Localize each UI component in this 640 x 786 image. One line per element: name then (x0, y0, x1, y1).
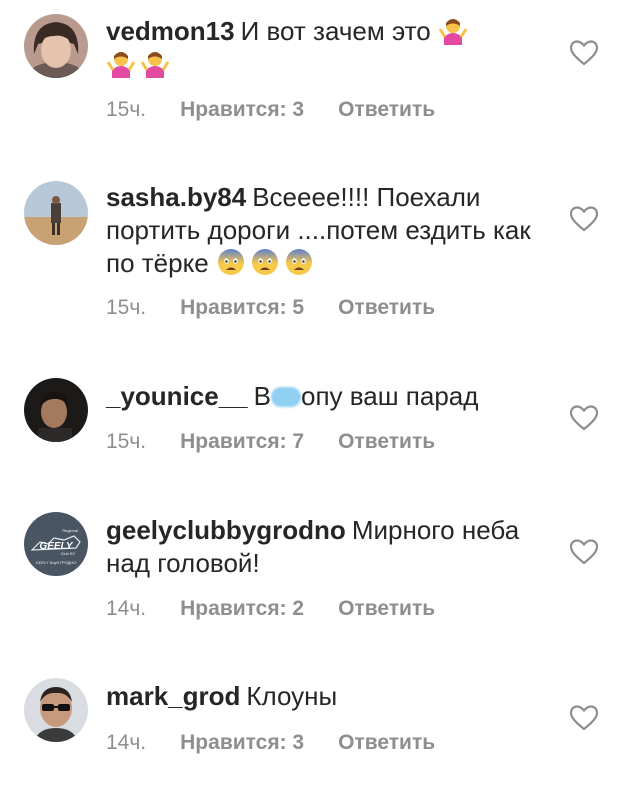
comment-time: 14ч. (106, 731, 147, 754)
fearful-face-emoji (250, 247, 280, 277)
comment-meta: 15ч. Нравится: 7 Ответить (106, 430, 435, 454)
person-shrugging-emoji (140, 48, 170, 78)
avatar[interactable] (24, 378, 88, 442)
fearful-face-emoji (284, 247, 314, 277)
comment-likes[interactable]: Нравится: 3 (180, 98, 304, 122)
comment-username[interactable]: sasha.by84 (106, 182, 246, 212)
comment-time: 15ч. (106, 430, 147, 453)
reply-button[interactable]: Ответить (338, 597, 435, 621)
avatar[interactable]: Regional GEELY Club BY GEELY Клуб ГРОДНО (24, 512, 88, 576)
comment-text: mark_grod Клоуны (106, 680, 546, 713)
comment-body: Клоуны (246, 681, 338, 711)
reply-button[interactable]: Ответить (338, 296, 435, 320)
fearful-face-emoji (216, 247, 246, 277)
comment-time: 15ч. (106, 296, 147, 319)
comment-username[interactable]: vedmon13 (106, 16, 235, 46)
logo-text-grodno: GEELY Клуб ГРОДНО (36, 560, 77, 565)
logo-text-club: Club BY (61, 551, 76, 556)
logo-text-regional: Regional (62, 528, 78, 533)
comment-meta: 14ч. Нравится: 2 Ответить (106, 597, 435, 621)
avatar[interactable] (24, 181, 88, 245)
comment-body: И вот зачем это (240, 16, 431, 46)
avatar[interactable] (24, 678, 88, 742)
comment-likes[interactable]: Нравится: 2 (180, 597, 304, 621)
comment-meta: 15ч. Нравится: 5 Ответить (106, 296, 435, 320)
person-shrugging-emoji (438, 15, 468, 45)
comment-likes[interactable]: Нравится: 7 (180, 430, 304, 454)
reply-button[interactable]: Ответить (338, 731, 435, 755)
comment-text: vedmon13 И вот зачем это (106, 15, 546, 81)
comment-username[interactable]: mark_grod (106, 681, 240, 711)
like-heart-icon[interactable] (570, 539, 598, 565)
comment-meta: 15ч. Нравится: 3 Ответить (106, 98, 435, 122)
reply-button[interactable]: Ответить (338, 98, 435, 122)
comment-username[interactable]: geelyclubbygrodno (106, 515, 346, 545)
reply-button[interactable]: Ответить (338, 430, 435, 454)
comment-body: В (253, 381, 271, 411)
like-heart-icon[interactable] (570, 206, 598, 232)
like-heart-icon[interactable] (570, 405, 598, 431)
like-heart-icon[interactable] (570, 705, 598, 731)
comment-meta: 14ч. Нравится: 3 Ответить (106, 731, 435, 755)
comment-likes[interactable]: Нравится: 3 (180, 731, 304, 755)
comment-likes[interactable]: Нравится: 5 (180, 296, 304, 320)
comment-time: 14ч. (106, 597, 147, 620)
comment-body-end: опу ваш парад (300, 381, 479, 411)
censor-blur (270, 387, 301, 407)
comment-username[interactable]: _younice__ (106, 381, 248, 411)
comment-text: _younice__ Вопу ваш парад (106, 380, 546, 413)
comment-time: 15ч. (106, 98, 147, 121)
comment-text: geelyclubbygrodno Мирного неба над голово… (106, 514, 546, 580)
comment-text: sasha.by84 Всееее!!!! Поехали портить дор… (106, 181, 546, 280)
person-shrugging-emoji (106, 48, 136, 78)
avatar[interactable] (24, 14, 88, 78)
like-heart-icon[interactable] (570, 40, 598, 66)
